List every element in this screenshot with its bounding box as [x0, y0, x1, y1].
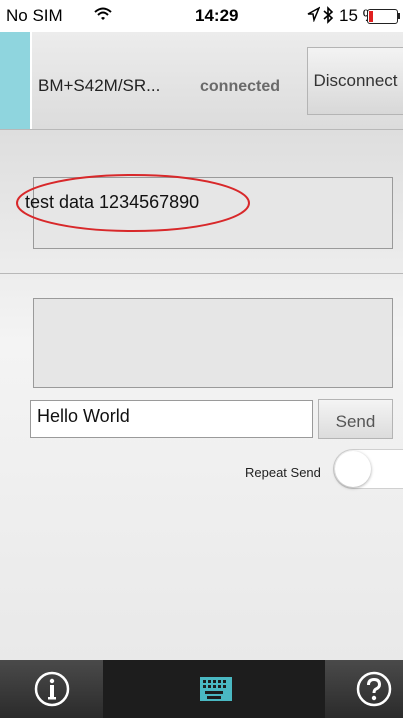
help-icon[interactable]: [355, 670, 393, 708]
connection-status: connected: [200, 78, 281, 95]
battery-tip: [398, 13, 400, 19]
sent-data-log[interactable]: [33, 298, 393, 388]
keyboard-icon[interactable]: [199, 676, 233, 702]
wifi-icon: [94, 6, 112, 27]
repeat-send-toggle[interactable]: [333, 449, 403, 489]
section-divider: [0, 273, 403, 274]
received-data-text: test data 1234567890: [25, 192, 200, 212]
location-arrow-icon: [306, 6, 321, 27]
battery-icon: [367, 9, 398, 24]
battery-level-fill: [369, 11, 373, 22]
send-button[interactable]: Send: [318, 399, 393, 439]
toggle-knob: [335, 451, 371, 487]
tab-bar: [0, 660, 403, 718]
send-text-input[interactable]: Hello World: [30, 400, 313, 438]
device-accent-bar: [0, 32, 30, 129]
clock-time: 14:29: [195, 6, 239, 25]
repeat-send-label: Repeat Send: [245, 465, 321, 480]
info-icon[interactable]: [33, 670, 71, 708]
connection-header: BM+S42M/SR... connected Disconnect: [0, 32, 403, 130]
accent-divider: [30, 32, 32, 129]
terminal-panel: test data 1234567890 Hello World Send Re…: [0, 130, 403, 660]
status-bar: No SIM 14:29 15 %: [0, 0, 403, 32]
carrier-label: No SIM: [6, 6, 63, 25]
bluetooth-icon: [322, 6, 334, 29]
device-name: BM+S42M/SR...: [38, 76, 161, 95]
disconnect-button[interactable]: Disconnect: [307, 47, 403, 115]
